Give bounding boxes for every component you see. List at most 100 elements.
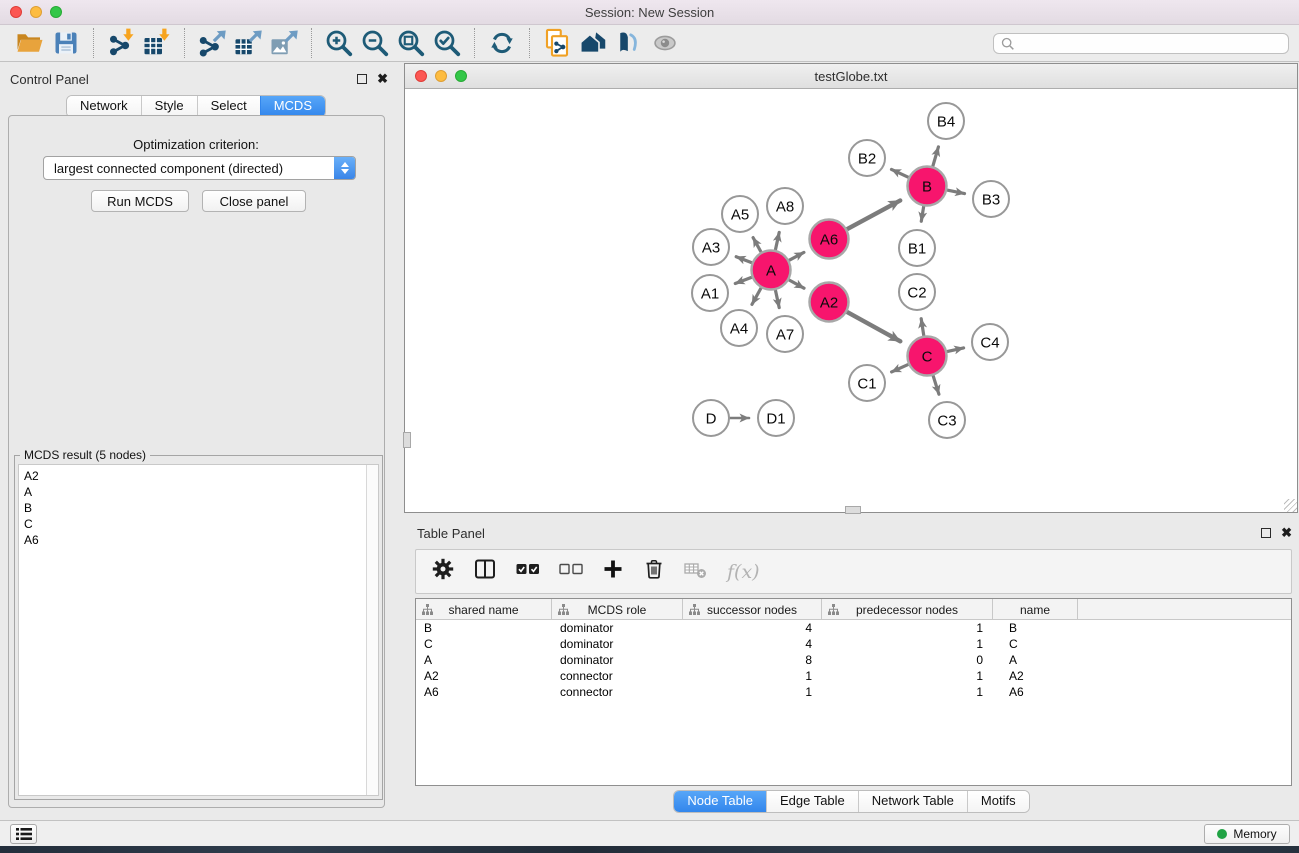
close-panel-icon[interactable]: ✖	[1281, 528, 1292, 538]
zoom-out-icon[interactable]	[357, 27, 393, 59]
graph-edge-C-C3[interactable]	[933, 376, 939, 395]
mcds-result-item[interactable]: A2	[19, 468, 378, 484]
search-field[interactable]	[993, 33, 1289, 54]
network-window-titlebar[interactable]: testGlobe.txt	[405, 64, 1297, 89]
hide-panels-icon[interactable]	[611, 27, 647, 59]
graph-edge-A-A6[interactable]	[789, 252, 804, 260]
export-network-icon[interactable]	[194, 27, 230, 59]
search-input[interactable]	[1015, 36, 1282, 50]
graph-edge-B-B2[interactable]	[892, 169, 909, 177]
mcds-result-item[interactable]: B	[19, 500, 378, 516]
tab-network-table[interactable]: Network Table	[858, 791, 967, 812]
import-table-icon[interactable]	[139, 27, 175, 59]
show-tasks-button[interactable]	[10, 824, 37, 844]
table-cell: 1	[683, 668, 822, 684]
graph-node-label: A5	[731, 206, 749, 223]
tab-node-table[interactable]: Node Table	[674, 791, 766, 812]
show-column-icon[interactable]	[473, 557, 497, 586]
zoom-selected-icon[interactable]	[429, 27, 465, 59]
run-mcds-button[interactable]: Run MCDS	[91, 190, 189, 212]
mcds-result-item[interactable]: A	[19, 484, 378, 500]
memory-button[interactable]: Memory	[1204, 824, 1290, 844]
table-cell: A	[416, 652, 552, 668]
home-icon[interactable]	[575, 27, 611, 59]
mcds-result-list[interactable]: A2ABCA6	[18, 464, 379, 796]
table-row[interactable]: A2connector11A2	[416, 668, 1291, 684]
column-header-name[interactable]: name	[993, 599, 1078, 620]
table-row[interactable]: A6connector11A6	[416, 684, 1291, 700]
horizontal-splitter-handle[interactable]	[845, 506, 861, 514]
graph-edge-A-A7[interactable]	[775, 290, 779, 308]
refresh-icon[interactable]	[484, 27, 520, 59]
close-panel-icon[interactable]: ✖	[377, 74, 388, 84]
optimization-criterion-select[interactable]: largest connected component (directed)	[43, 156, 356, 180]
node-table[interactable]: shared nameMCDS rolesuccessor nodesprede…	[415, 598, 1292, 786]
list-scrollbar[interactable]	[366, 465, 378, 795]
network-view-window: testGlobe.txt B4B2BB3A8A5A6A3B1AA1C2A2A4…	[404, 63, 1298, 513]
graph-edge-A-A2[interactable]	[789, 280, 804, 288]
select-stepper-icon	[334, 157, 355, 179]
graph-edge-A-A5[interactable]	[753, 238, 761, 253]
zoom-fit-icon[interactable]	[393, 27, 429, 59]
column-header-shared-name[interactable]: shared name	[416, 599, 552, 620]
clone-network-icon[interactable]	[539, 27, 575, 59]
tab-style[interactable]: Style	[141, 96, 197, 117]
table-cell: C	[993, 636, 1078, 652]
delete-table-icon	[684, 558, 708, 585]
column-header-MCDS-role[interactable]: MCDS role	[552, 599, 683, 620]
graph-edge-B-B4[interactable]	[933, 147, 939, 166]
table-cell: A6	[993, 684, 1078, 700]
column-header-predecessor-nodes[interactable]: predecessor nodes	[822, 599, 993, 620]
graph-edge-A-A4[interactable]	[752, 288, 761, 305]
table-cell: 1	[822, 636, 993, 652]
table-cell: dominator	[552, 636, 683, 652]
graph-edge-B-B1[interactable]	[921, 206, 923, 221]
select-all-checkboxes-icon[interactable]	[516, 562, 540, 581]
delete-column-icon[interactable]	[643, 558, 665, 585]
save-session-icon[interactable]	[48, 27, 84, 59]
graph-edge-A2-C[interactable]	[847, 312, 900, 341]
float-panel-icon[interactable]	[1261, 528, 1271, 538]
graph-node-label: A	[766, 262, 776, 279]
network-graph: B4B2BB3A8A5A6A3B1AA1C2A2A4A7C4CC1C3DD1	[405, 89, 1297, 512]
graph-edge-C-C2[interactable]	[921, 319, 924, 336]
table-cell: dominator	[552, 620, 683, 636]
graph-edge-A-A1[interactable]	[735, 277, 752, 283]
tab-motifs[interactable]: Motifs	[967, 791, 1029, 812]
table-cell: 4	[683, 636, 822, 652]
graph-edge-B-B3[interactable]	[947, 190, 964, 194]
graph-edge-C-C4[interactable]	[947, 348, 964, 352]
unselect-all-checkboxes-icon[interactable]	[559, 562, 583, 581]
graph-node-label: D	[706, 410, 717, 427]
graph-edge-A6-B[interactable]	[847, 201, 900, 230]
graph-edge-A-A8[interactable]	[775, 232, 779, 250]
window-resize-grip[interactable]	[1284, 499, 1297, 512]
tab-select[interactable]: Select	[197, 96, 260, 117]
graph-node-label: C4	[980, 334, 999, 351]
column-header-successor-nodes[interactable]: successor nodes	[683, 599, 822, 620]
graph-edge-A-A3[interactable]	[736, 257, 752, 263]
tab-edge-table[interactable]: Edge Table	[766, 791, 858, 812]
export-image-icon[interactable]	[266, 27, 302, 59]
table-row[interactable]: Cdominator41C	[416, 636, 1291, 652]
open-session-icon[interactable]	[12, 27, 48, 59]
vertical-splitter-handle[interactable]	[403, 432, 411, 448]
add-column-icon[interactable]	[602, 558, 624, 585]
close-panel-button[interactable]: Close panel	[202, 190, 306, 212]
table-row[interactable]: Bdominator41B	[416, 620, 1291, 636]
import-network-icon[interactable]	[103, 27, 139, 59]
graph-edge-C-C1[interactable]	[892, 364, 909, 372]
graph-node-label: C2	[907, 284, 926, 301]
export-table-icon[interactable]	[230, 27, 266, 59]
tab-mcds[interactable]: MCDS	[260, 96, 325, 117]
zoom-in-icon[interactable]	[321, 27, 357, 59]
function-builder-icon: f(x)	[727, 561, 760, 583]
mcds-result-item[interactable]: A6	[19, 532, 378, 548]
table-row[interactable]: Adominator80A	[416, 652, 1291, 668]
network-canvas[interactable]: B4B2BB3A8A5A6A3B1AA1C2A2A4A7C4CC1C3DD1	[405, 89, 1297, 512]
mcds-result-item[interactable]: C	[19, 516, 378, 532]
tab-network[interactable]: Network	[67, 96, 141, 117]
settings-gear-icon[interactable]	[432, 558, 454, 585]
float-panel-icon[interactable]	[357, 74, 367, 84]
graph-node-label: A4	[730, 320, 748, 337]
